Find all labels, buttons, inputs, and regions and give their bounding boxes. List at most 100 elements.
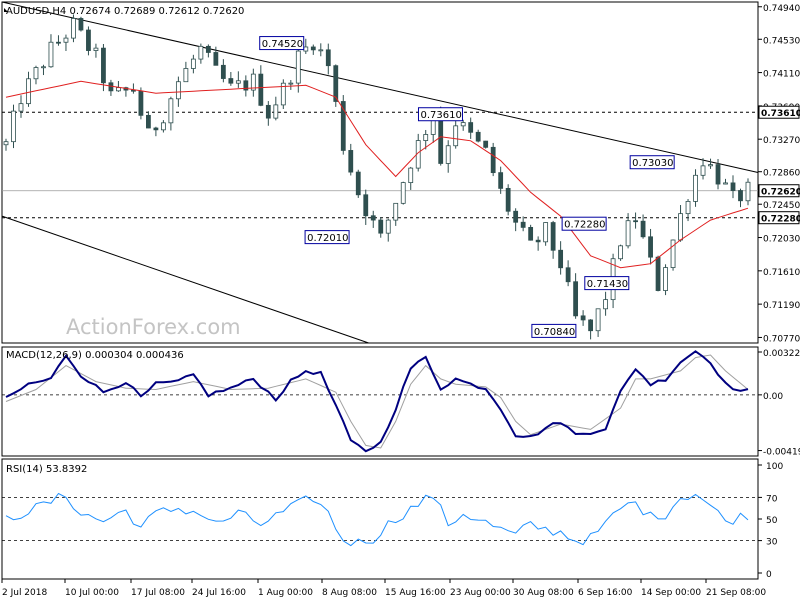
watermark-text: ActionForex.com	[66, 315, 241, 339]
x-tick-label: 24 Jul 16:00	[192, 588, 246, 598]
rsi-y-tick-label: 70	[766, 494, 778, 504]
candle-body	[146, 114, 151, 129]
candle-body	[355, 171, 361, 196]
price-y-tick-label: 0.70770	[763, 334, 800, 344]
candle-body	[708, 164, 713, 167]
candle-body	[273, 104, 279, 119]
candle-body	[363, 194, 369, 217]
candle-body	[18, 103, 24, 112]
candle-body	[745, 181, 751, 202]
candle-body	[295, 50, 301, 84]
rsi-y-tick-label: 30	[766, 538, 778, 548]
candle-body	[78, 18, 84, 31]
candle-body	[513, 210, 519, 223]
price-tag-label: 0.72280	[761, 215, 800, 225]
price-y-tick-label: 0.74530	[763, 36, 800, 46]
candle-body	[625, 220, 631, 247]
candle-body	[663, 267, 668, 291]
candle-body	[520, 221, 526, 228]
candle-body	[670, 239, 676, 268]
rsi-y-tick-label: 0	[766, 570, 772, 580]
candle-body	[220, 64, 226, 79]
forex-chart: ActionForex.com 0.74940 0.74530 0.74110 0.73…	[1, 1, 800, 598]
price-y-tick-label: 0.73270	[763, 136, 800, 146]
candle-body	[603, 299, 608, 310]
candle-body	[288, 82, 294, 85]
candle-body	[700, 165, 706, 176]
candle-body	[228, 78, 234, 84]
candle-body	[190, 58, 196, 69]
x-tick-label: 8 Aug 08:00	[322, 588, 377, 598]
candle-body	[138, 90, 144, 116]
candle-body	[265, 104, 271, 119]
candle-body	[26, 78, 31, 105]
candle-body	[528, 226, 534, 241]
x-tick-label: 23 Aug 00:00	[450, 588, 511, 598]
candle-body	[588, 319, 594, 332]
rsi-panel-frame	[1, 458, 759, 580]
macd-panel-frame	[1, 346, 759, 457]
macd-y-tick-label: 0.00	[763, 392, 783, 402]
candle-body	[445, 145, 451, 164]
candle-body	[678, 213, 683, 241]
candle-body	[655, 256, 661, 291]
candle-body	[33, 67, 39, 80]
candle-body	[423, 134, 429, 141]
price-y-tick-label: 0.72450	[763, 201, 800, 211]
candle-body	[550, 222, 556, 251]
candle-body	[543, 222, 549, 243]
x-tick-label: 14 Sep 00:00	[641, 588, 701, 598]
candle-body	[325, 49, 331, 67]
candle-body	[393, 202, 399, 221]
candle-body	[618, 245, 623, 260]
candle-body	[468, 122, 474, 133]
candle-body	[41, 66, 46, 69]
price-annotation-label: 0.72280	[564, 220, 605, 231]
candle-body	[738, 190, 743, 202]
chart-root: ActionForex.com 0.74940 0.74530 0.74110 0.73…	[0, 0, 800, 600]
price-annotation-label: 0.73610	[420, 110, 461, 121]
candle-body	[685, 201, 691, 215]
candle-body	[693, 174, 698, 202]
x-tick-label: 2 Jul 2018	[2, 588, 47, 598]
x-tick-label: 1 Aug 00:00	[258, 588, 313, 598]
x-tick-label: 21 Sep 08:00	[706, 588, 766, 598]
price-tag-label: 0.72620	[761, 188, 800, 198]
macd-y-tick-label: 0.003223	[763, 349, 800, 359]
candle-body	[400, 182, 406, 204]
candle-body	[498, 172, 504, 189]
candle-body	[558, 249, 564, 269]
candle-body	[648, 236, 653, 258]
candle-body	[198, 45, 204, 60]
candle-body	[63, 37, 69, 43]
price-panel-frame	[1, 1, 759, 344]
candle-body	[483, 140, 489, 148]
candle-body	[490, 146, 496, 174]
price-y-tick-label: 0.72030	[763, 235, 800, 245]
candle-body	[505, 187, 511, 212]
price-tag-label: 0.73610	[761, 109, 800, 119]
candle-body	[348, 150, 354, 173]
candle-body	[205, 45, 211, 53]
candle-body	[453, 125, 459, 147]
candle-body	[723, 182, 728, 185]
candle-body	[168, 98, 174, 124]
x-tick-label: 30 Aug 08:00	[513, 588, 574, 598]
candle-body	[535, 239, 541, 243]
candle-body	[213, 52, 219, 66]
price-annotation-label: 0.72010	[307, 233, 348, 244]
candle-body	[310, 46, 316, 51]
candle-body	[86, 29, 91, 51]
macd-panel-label: MACD(12,26,9) 0.000304 0.000436	[6, 350, 184, 361]
candle-body	[318, 49, 324, 52]
candle-body	[370, 215, 376, 221]
candle-body	[633, 220, 638, 223]
candle-body	[116, 87, 121, 92]
candle-body	[460, 122, 466, 127]
candle-body	[71, 18, 76, 39]
candle-body	[573, 281, 579, 317]
x-tick-label: 6 Sep 16:00	[578, 588, 633, 598]
candle-body	[48, 41, 54, 68]
candle-body	[580, 315, 586, 321]
candle-body	[101, 47, 106, 84]
